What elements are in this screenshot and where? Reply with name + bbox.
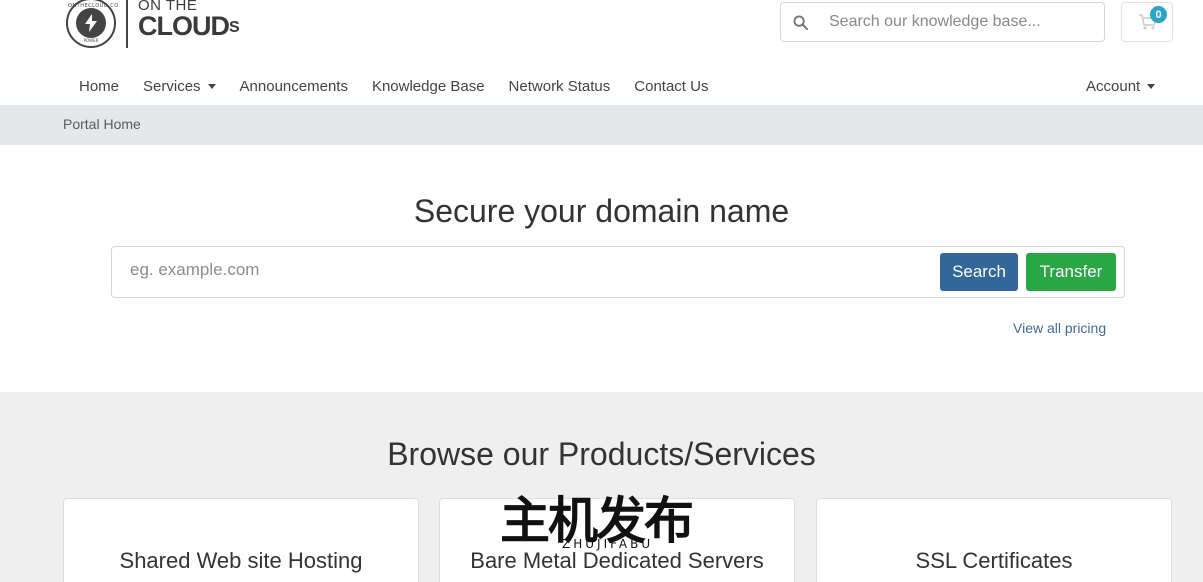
account-menu-label: Account xyxy=(1086,77,1141,95)
nav-item-label: Knowledge Base xyxy=(371,77,485,95)
nav-item-home[interactable]: Home xyxy=(79,78,119,95)
caret-down-icon xyxy=(1147,84,1156,89)
watermark-latin-text: ZHUJIFABU xyxy=(562,537,654,551)
nav-item-label: Announcements xyxy=(239,77,348,95)
search-icon[interactable] xyxy=(781,14,819,30)
domain-search-button[interactable]: Search xyxy=(940,253,1018,291)
nav-item-services[interactable]: Services xyxy=(143,78,216,95)
knowledge-base-search-input[interactable] xyxy=(819,13,1089,31)
domain-search-title: Secure your domain name xyxy=(413,193,790,229)
logo-text-suffix: S xyxy=(229,18,240,36)
cart-button[interactable]: 0 xyxy=(1121,2,1173,42)
nav-item-label: Contact Us xyxy=(634,77,709,95)
site-logo[interactable]: ONTHECLOUD.CO POWER ON THE CLOUDS xyxy=(66,0,240,50)
domain-search-section: Secure your domain name Search Transfer … xyxy=(0,145,1203,392)
watermark: 主机发布 ZHUJIFABU xyxy=(500,495,705,555)
domain-search-box: Search Transfer xyxy=(111,246,1125,298)
products-title: Browse our Products/Services xyxy=(387,436,816,472)
logo-badge: ONTHECLOUD.CO POWER xyxy=(66,0,119,48)
nav-item-network-status[interactable]: Network Status xyxy=(509,78,611,95)
site-header: ONTHECLOUD.CO POWER ON THE CLOUDS 0 Home… xyxy=(0,0,1203,105)
nav-item-knowledge-base[interactable]: Knowledge Base xyxy=(372,78,485,95)
cart-count-badge: 0 xyxy=(1150,6,1167,23)
nav-item-label: Home xyxy=(79,77,120,95)
caret-down-icon xyxy=(207,84,216,89)
product-card-title: SSL Certificates xyxy=(915,548,1073,573)
account-menu[interactable]: Account xyxy=(1086,72,1156,100)
logo-text-cloud: CLOUD xyxy=(138,11,230,41)
breadcrumb-portal-home[interactable]: Portal Home xyxy=(63,116,141,132)
product-card-ssl[interactable]: SSL Certificates xyxy=(816,498,1172,582)
view-all-pricing-link[interactable]: View all pricing xyxy=(1013,320,1106,336)
logo-badge-ring-bottom: POWER xyxy=(83,38,99,43)
logo-text-bottom: CLOUDS xyxy=(138,11,240,41)
logo-text: ON THE CLOUDS xyxy=(138,0,240,41)
nav-item-announcements[interactable]: Announcements xyxy=(240,78,348,95)
product-card-shared-hosting[interactable]: Shared Web site Hosting xyxy=(63,498,419,582)
domain-transfer-button[interactable]: Transfer xyxy=(1026,253,1116,291)
domain-search-input[interactable] xyxy=(130,260,930,280)
logo-badge-ring-text: ONTHECLOUD.CO xyxy=(68,3,119,9)
nav-item-contact-us[interactable]: Contact Us xyxy=(634,78,708,95)
logo-divider xyxy=(126,0,128,48)
nav-item-label: Network Status xyxy=(508,77,611,95)
nav-item-label: Services xyxy=(143,77,201,95)
lightning-icon xyxy=(76,8,106,38)
main-nav: Home Services Announcements Knowledge Ba… xyxy=(66,72,732,100)
breadcrumb-bar: Portal Home xyxy=(0,105,1203,145)
knowledge-base-search xyxy=(780,2,1105,42)
product-card-title: Shared Web site Hosting xyxy=(119,548,363,573)
